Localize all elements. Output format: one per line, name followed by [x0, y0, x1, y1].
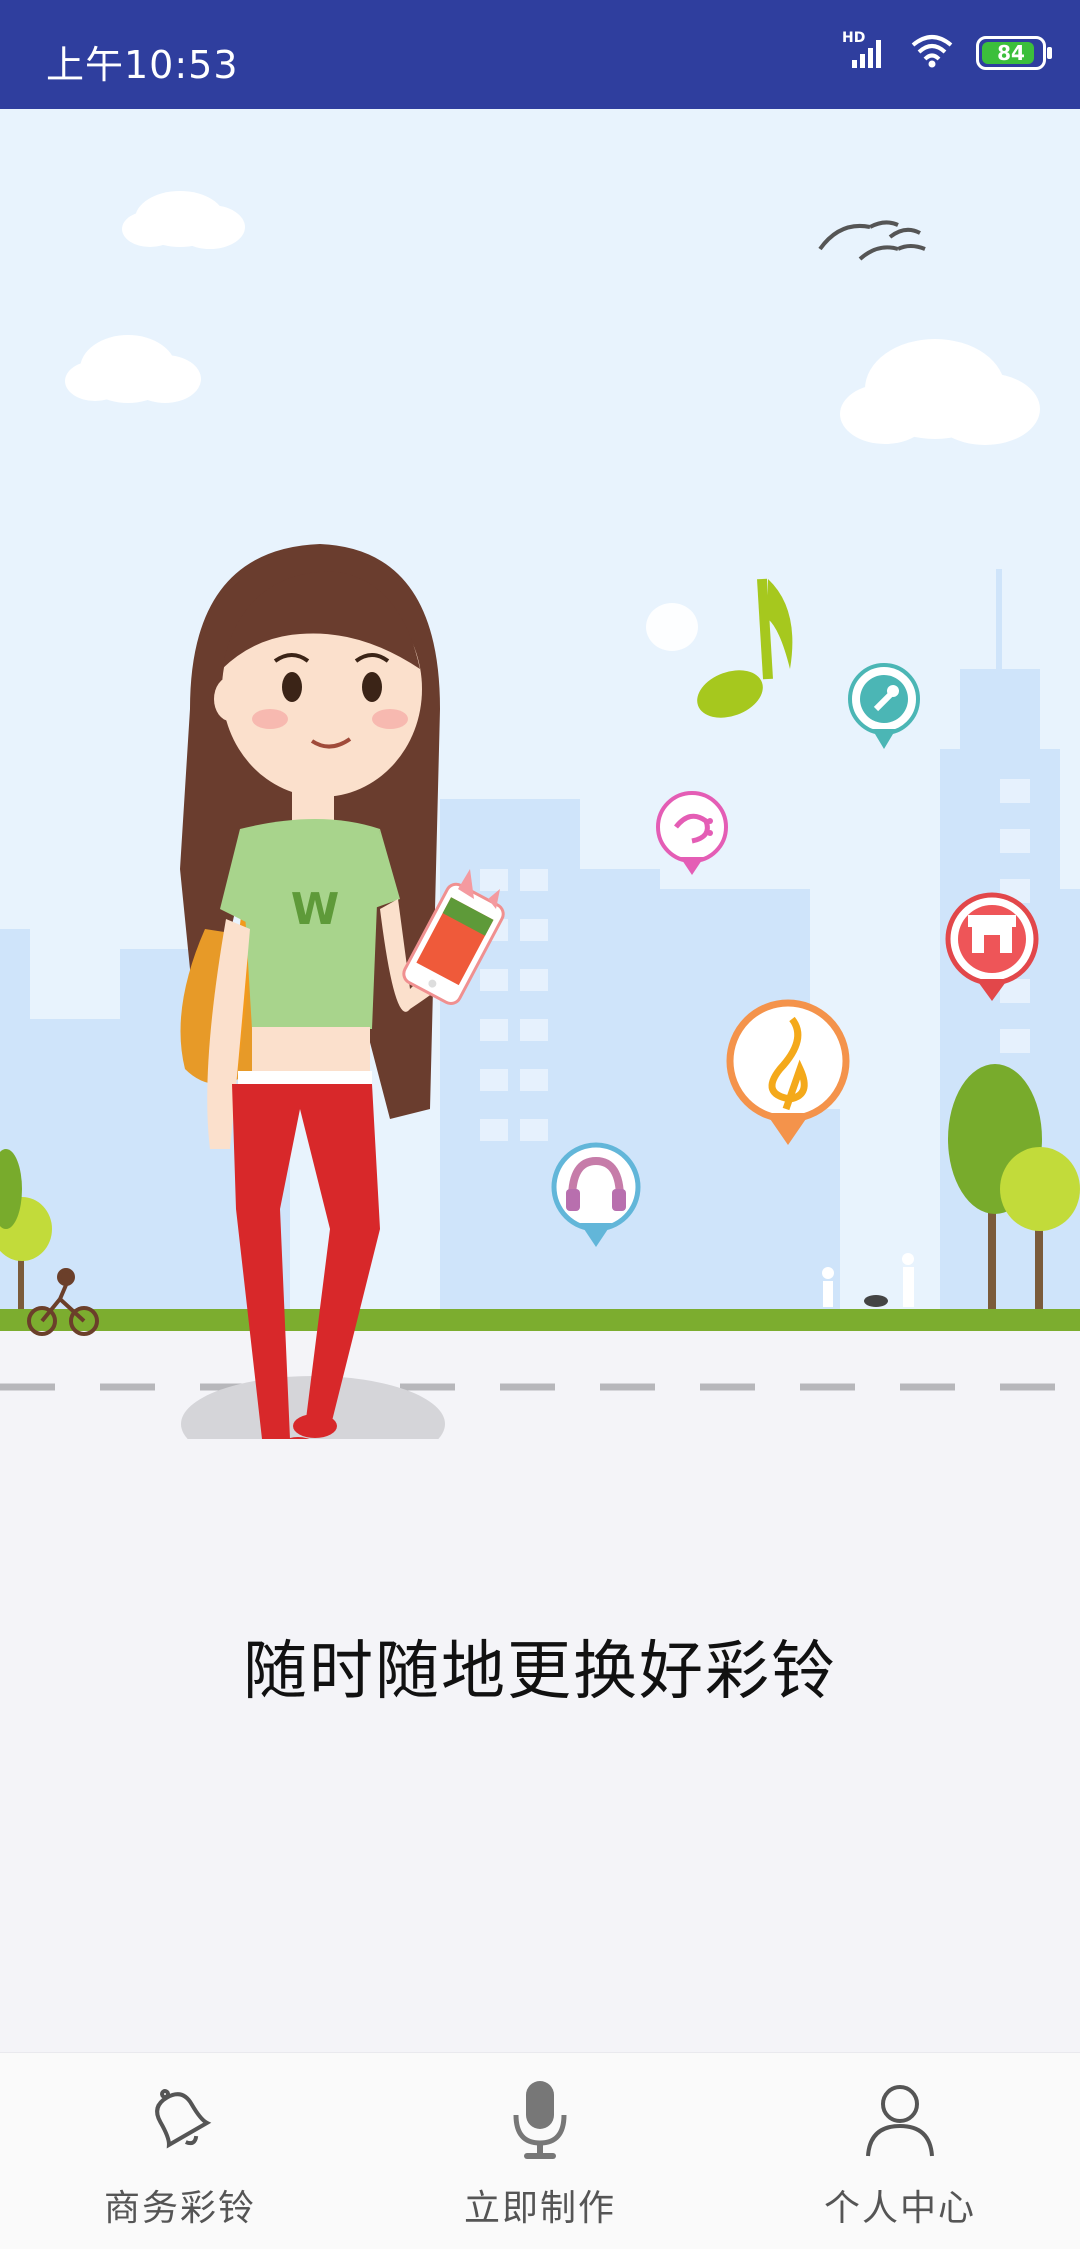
- status-time: 上午10:53: [46, 43, 239, 87]
- nav-business-ringtone[interactable]: 商务彩铃: [0, 2053, 360, 2249]
- nav-label: 商务彩铃: [103, 2188, 256, 2229]
- nav-label: 个人中心: [823, 2188, 976, 2229]
- wifi-icon: [910, 34, 954, 72]
- nav-create-now[interactable]: 立即制作: [360, 2053, 720, 2249]
- battery-level: 84: [997, 41, 1025, 65]
- nav-personal-center[interactable]: 个人中心: [720, 2053, 1080, 2249]
- bottom-navigation: 商务彩铃 立即制作 个人中心: [0, 2052, 1080, 2249]
- hero-illustration: W: [0, 109, 1080, 1439]
- person-icon: [855, 2075, 945, 2165]
- grass-strip: [0, 1309, 1080, 1331]
- shirt-logo: W: [291, 884, 340, 935]
- status-bar: 上午10:53 HD 84: [0, 0, 1080, 109]
- nav-label: 立即制作: [463, 2188, 616, 2229]
- microphone-icon: [495, 2075, 585, 2165]
- signal-icon: HD: [842, 30, 888, 70]
- bell-icon: [135, 2075, 225, 2165]
- status-icons: HD 84: [842, 28, 1052, 78]
- slogan-text: 随时随地更换好彩铃: [243, 1635, 837, 1709]
- network-type-label: HD: [842, 30, 866, 46]
- battery-icon: 84: [976, 36, 1052, 70]
